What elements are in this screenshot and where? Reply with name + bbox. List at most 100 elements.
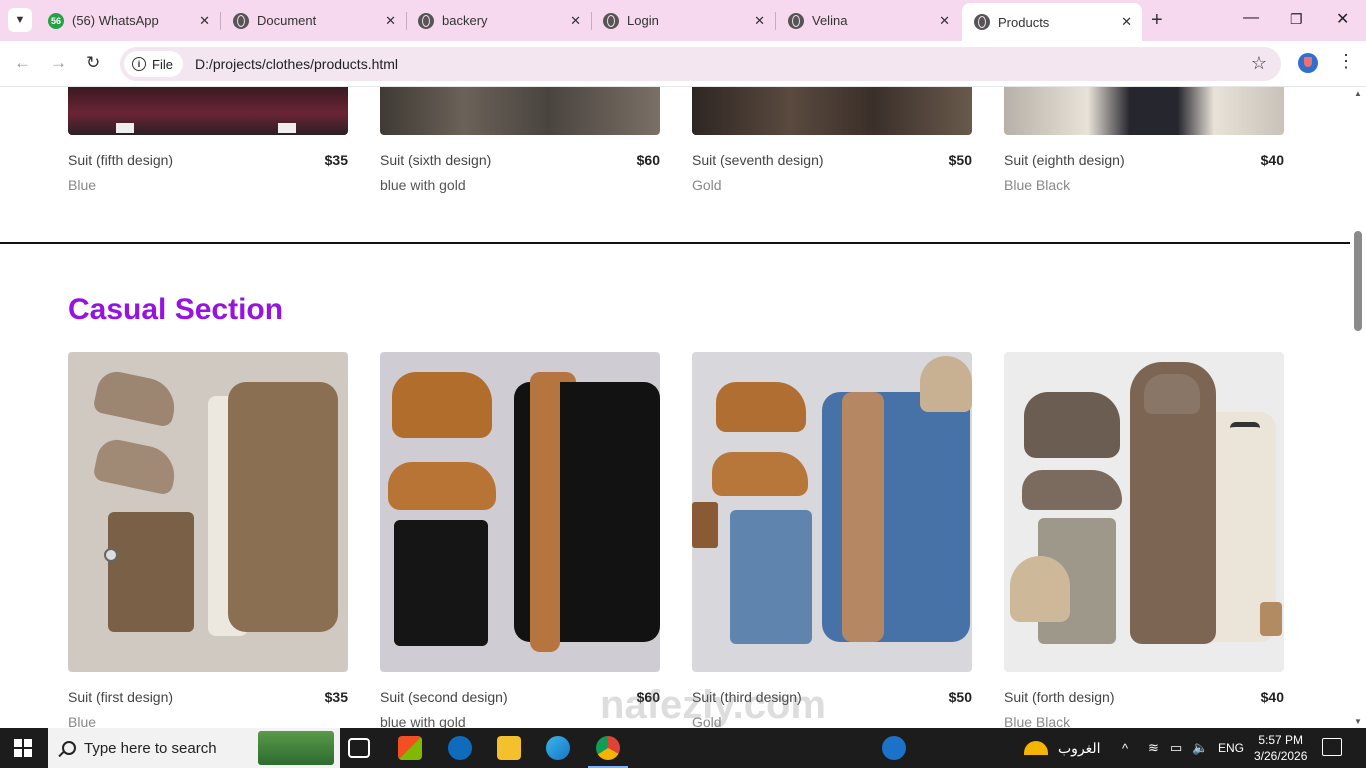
wifi-icon[interactable]: ≋ (1148, 728, 1159, 768)
search-icon (62, 741, 76, 755)
boot-image (388, 462, 496, 510)
boot-image (1022, 470, 1122, 510)
globe-icon (603, 12, 619, 29)
window-close-button[interactable]: ✕ (1336, 9, 1349, 29)
product-price: $35 (324, 689, 348, 705)
product-image (380, 352, 660, 672)
product-color: Blue (68, 177, 97, 193)
scrollbar-thumb[interactable] (1354, 231, 1362, 331)
back-button[interactable]: ← (14, 53, 31, 73)
weather-widget[interactable]: الغروب (1024, 728, 1101, 768)
watermark: nafezly.com (600, 683, 826, 727)
tab-velina[interactable]: Velina ✕ (776, 4, 960, 37)
product-price: $40 (1260, 689, 1284, 705)
product-image (68, 352, 348, 672)
address-bar[interactable]: i File D:/projects/clothes/products.html… (120, 47, 1281, 81)
boot-image (92, 436, 180, 496)
product-card[interactable]: Suit (fifth design) $35 Blue (68, 87, 348, 193)
close-icon[interactable]: ✕ (1121, 14, 1132, 30)
boot-image (1024, 392, 1120, 458)
close-icon[interactable]: ✕ (939, 13, 950, 29)
boot-image (392, 372, 492, 438)
casual-section-title: Casual Section (68, 293, 284, 326)
product-name: Suit (first design) (68, 689, 174, 705)
product-card[interactable]: Suit (second design) $60 blue with gold (380, 352, 660, 728)
windows-start-icon[interactable] (14, 739, 32, 757)
forward-button[interactable]: → (50, 53, 67, 73)
taskbar: Type here to search الغروب ^ ≋ ▭ 🔈 ENG 5… (0, 728, 1366, 768)
url-text[interactable]: D:/projects/clothes/products.html (195, 56, 398, 72)
chevron-down-icon: ▼ (14, 14, 26, 26)
tab-products[interactable]: Products ✕ (962, 3, 1142, 41)
file-explorer-icon[interactable] (497, 736, 521, 760)
sweater-image (842, 392, 884, 642)
bookmark-star-icon[interactable]: ☆ (1251, 53, 1267, 74)
tab-backery[interactable]: backery ✕ (406, 4, 592, 37)
site-info-chip[interactable]: i File (124, 51, 183, 77)
whatsapp-icon: 56 (48, 12, 64, 29)
close-icon[interactable]: ✕ (754, 13, 765, 29)
tab-label: backery (442, 13, 488, 28)
watch-image (104, 548, 118, 562)
jacket-image (228, 382, 338, 632)
tab-document[interactable]: Document ✕ (221, 4, 407, 37)
new-tab-button[interactable]: + (1151, 9, 1163, 32)
sweater-image (530, 372, 560, 652)
product-color: blue with gold (380, 177, 466, 193)
battery-icon[interactable]: ▭ (1170, 728, 1182, 768)
page-scrollbar[interactable]: ▲ ▼ (1350, 87, 1366, 728)
help-icon[interactable] (882, 736, 906, 760)
scroll-up-arrow-icon[interactable]: ▲ (1354, 89, 1362, 98)
close-icon[interactable]: ✕ (570, 13, 581, 29)
product-card[interactable]: Suit (forth design) $40 Blue Black (1004, 352, 1284, 728)
close-icon[interactable]: ✕ (385, 13, 396, 29)
language-indicator[interactable]: ENG (1218, 728, 1244, 768)
page-viewport: Suit (fifth design) $35 Blue Suit (sixth … (0, 87, 1350, 728)
product-price: $40 (1260, 152, 1284, 168)
product-color: Blue Black (1004, 714, 1071, 728)
product-card[interactable]: Suit (eighth design) $40 Blue Black (1004, 87, 1284, 193)
product-image (68, 87, 348, 135)
outlook-icon[interactable] (448, 736, 472, 760)
search-placeholder: Type here to search (84, 739, 217, 757)
product-card[interactable]: Suit (third design) $50 Gold (692, 352, 972, 728)
beanie-image (920, 356, 972, 412)
notification-center-icon[interactable] (1322, 738, 1342, 756)
tab-search-button[interactable]: ▼ (8, 8, 32, 32)
product-card[interactable]: Suit (seventh design) $50 Gold (692, 87, 972, 193)
tab-login[interactable]: Login ✕ (591, 4, 776, 37)
scroll-down-arrow-icon[interactable]: ▼ (1354, 717, 1362, 726)
tab-label: Velina (812, 13, 848, 28)
minimize-button[interactable]: — (1243, 9, 1259, 27)
edge-icon[interactable] (546, 736, 570, 760)
boot-image (92, 368, 180, 428)
taskbar-clock[interactable]: 5:57 PM 3/26/2026 (1254, 732, 1307, 764)
product-card[interactable]: Suit (sixth design) $60 blue with gold (380, 87, 660, 193)
boot-image (712, 452, 808, 496)
restore-button[interactable]: ❐ (1290, 11, 1303, 28)
trousers-image (108, 512, 194, 632)
tab-whatsapp[interactable]: 56 (56) WhatsApp ✕ (36, 4, 221, 37)
product-image (692, 87, 972, 135)
product-price: $50 (948, 152, 972, 168)
search-highlight-image (258, 731, 334, 765)
show-hidden-icons-button[interactable]: ^ (1122, 728, 1128, 768)
product-name: Suit (sixth design) (380, 152, 492, 168)
wallet-image (692, 502, 718, 548)
more-menu-icon[interactable]: ⋮ (1337, 51, 1355, 72)
product-color: Blue (68, 714, 97, 728)
product-card[interactable]: Suit (first design) $35 Blue (68, 352, 348, 728)
close-icon[interactable]: ✕ (199, 13, 210, 29)
volume-icon[interactable]: 🔈 (1192, 728, 1208, 768)
product-price: $35 (324, 152, 348, 168)
product-name: Suit (eighth design) (1004, 152, 1125, 168)
task-view-icon[interactable] (348, 738, 370, 758)
shirt-cuff-image (116, 123, 134, 133)
chrome-icon[interactable] (596, 736, 620, 760)
microsoft-store-icon[interactable] (398, 736, 422, 760)
product-color: Blue Black (1004, 177, 1071, 193)
profile-avatar[interactable] (1298, 53, 1318, 73)
taskbar-search-box[interactable]: Type here to search (48, 728, 340, 768)
globe-icon (233, 12, 249, 29)
reload-button[interactable]: ↻ (86, 53, 100, 73)
